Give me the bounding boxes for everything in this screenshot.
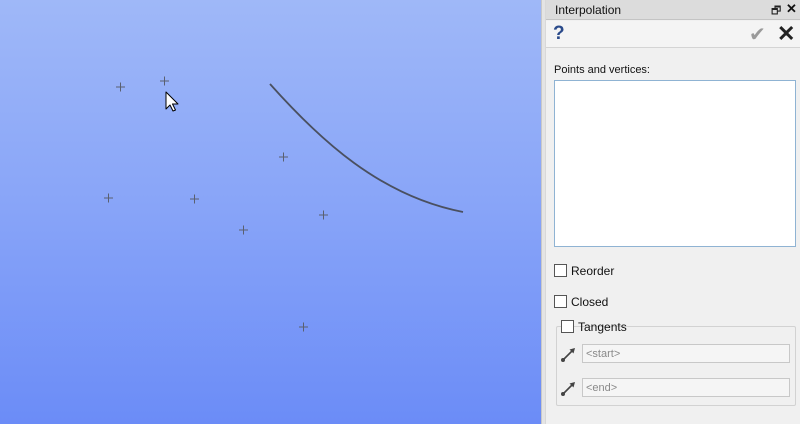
tangents-checkbox[interactable]: Tangents: [561, 319, 627, 335]
point-marker[interactable]: [116, 82, 125, 92]
point-marker[interactable]: [104, 193, 113, 203]
points-vertices-label: Points and vertices:: [554, 64, 650, 76]
panel-toolbar: ? ✔ ✕: [546, 21, 800, 48]
end-tangent-field[interactable]: [582, 378, 790, 397]
checkmark-icon[interactable]: ✔: [749, 22, 766, 47]
panel-title: Interpolation: [555, 3, 622, 17]
3d-viewport[interactable]: [0, 0, 541, 424]
reorder-label: Reorder: [571, 264, 615, 278]
tangents-checkbox-box[interactable]: [561, 320, 574, 333]
point-marker[interactable]: [319, 210, 328, 220]
restore-window-icon[interactable]: 🗗: [771, 2, 781, 21]
end-tangent-vector-icon: [561, 382, 575, 396]
tangents-group: Tangents: [556, 319, 796, 406]
viewport-canvas[interactable]: [0, 0, 541, 424]
interpolation-panel: Interpolation 🗗 ✕ ? ✔ ✕ Points and verti…: [546, 0, 800, 424]
closed-checkbox-box[interactable]: [554, 295, 567, 308]
point-marker[interactable]: [239, 225, 248, 235]
point-marker[interactable]: [299, 322, 308, 332]
point-marker[interactable]: [190, 194, 199, 204]
panel-titlebar: Interpolation 🗗 ✕: [546, 0, 800, 20]
start-tangent-vector-icon: [561, 348, 575, 362]
reorder-checkbox-box[interactable]: [554, 264, 567, 277]
mouse-cursor-icon: [165, 91, 179, 112]
interpolated-curve[interactable]: [269, 83, 464, 213]
tangents-label: Tangents: [578, 320, 627, 334]
point-marker[interactable]: [279, 152, 288, 162]
points-vertices-list[interactable]: [554, 80, 796, 247]
point-marker[interactable]: [160, 76, 169, 86]
cancel-x-icon[interactable]: ✕: [777, 21, 795, 47]
point-markers: [104, 76, 328, 332]
closed-label: Closed: [571, 295, 609, 309]
help-icon[interactable]: ?: [553, 23, 565, 45]
close-icon[interactable]: ✕: [786, 1, 797, 17]
start-tangent-field[interactable]: [582, 344, 790, 363]
